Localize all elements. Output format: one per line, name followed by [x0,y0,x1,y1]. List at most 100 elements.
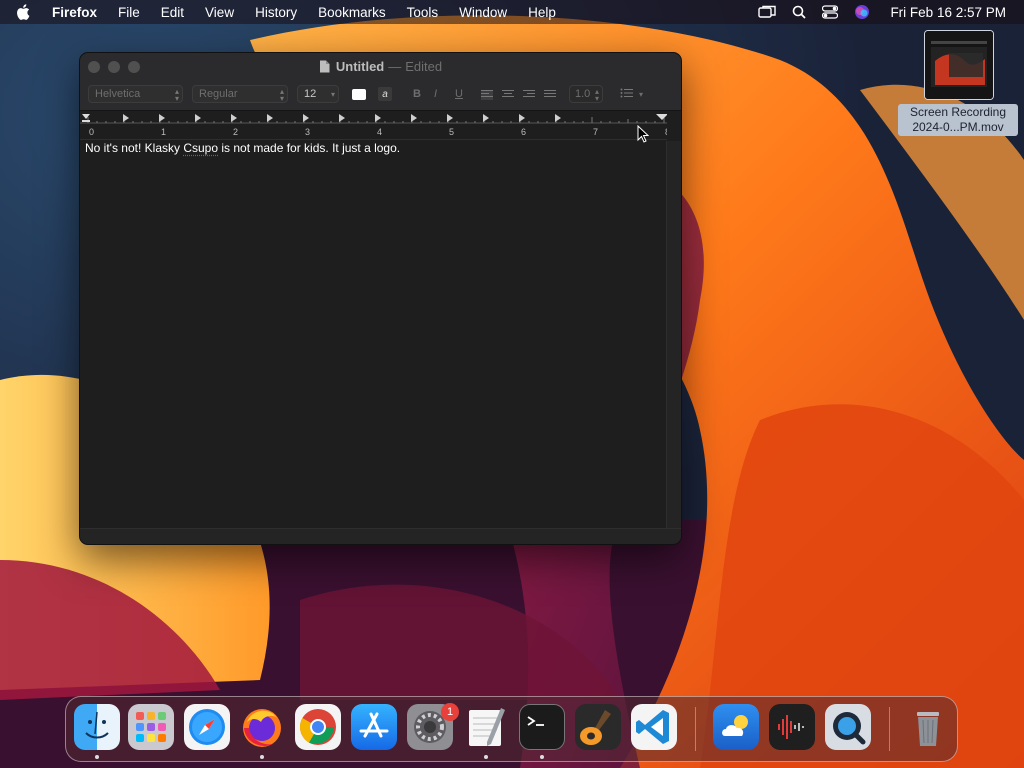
dock-terminal-icon[interactable] [519,704,565,750]
bold-button[interactable]: B [413,85,421,103]
menu-window[interactable]: Window [459,5,507,20]
font-style-select[interactable]: Regular ▴ ▾ [192,85,288,103]
menu-help[interactable]: Help [528,5,556,20]
dock-garageband-icon[interactable] [575,704,621,750]
dock-separator [889,707,890,751]
window-titlebar[interactable]: Untitled — Edited Helvetica ▴ ▾ Regular ▴ ▾ … [80,53,681,111]
dock-running-indicator [95,755,99,759]
underline-button[interactable]: U [455,85,463,103]
menu-tools[interactable]: Tools [407,5,439,20]
menu-file[interactable]: File [118,5,140,20]
dock-separator [695,707,696,751]
desktop-file-screen-recording[interactable]: Screen Recording 2024-0...PM.mov [898,30,1018,136]
updown-arrows-icon: ▴ ▾ [279,87,284,103]
font-family-select[interactable]: Helvetica ▴ ▾ [88,85,183,103]
text-ruler[interactable]: 0 1 2 3 4 5 6 7 8 [80,111,667,140]
document-misspelled-word[interactable]: Csupo [183,141,218,155]
line-spacing-select[interactable]: 1.0 ▴ ▾ [569,85,603,103]
window-title: Untitled — Edited [80,59,681,76]
font-family-value: Helvetica [95,88,141,100]
ruler-left-indent-marker[interactable] [82,114,90,122]
list-style-button[interactable]: ▾ [620,85,648,103]
align-center-icon[interactable] [502,90,514,100]
highlight-label: a [382,88,388,100]
notification-badge: 1 [441,703,459,721]
align-right-icon[interactable] [523,90,535,100]
italic-label: I [434,88,438,100]
ruler-tab-stop[interactable] [267,114,273,122]
ruler-tab-stop[interactable] [483,114,489,122]
dock-weather-icon[interactable] [713,704,759,750]
italic-button[interactable]: I [434,85,437,103]
chevron-down-icon: ▾ [639,89,644,99]
ruler-tab-stop[interactable] [339,114,345,122]
desktop-file-label: Screen Recording 2024-0...PM.mov [898,104,1018,136]
bold-label: B [413,88,421,100]
ruler-number: 6 [521,127,526,137]
desktop-file-label-line2: 2024-0...PM.mov [912,120,1004,134]
document-text-after: is not made for kids. It just a logo. [218,141,401,155]
menu-history[interactable]: History [255,5,297,20]
dock-voice-memos-icon[interactable] [769,704,815,750]
highlight-color-button[interactable]: a [378,87,392,101]
textedit-window: Untitled — Edited Helvetica ▴ ▾ Regular ▴ ▾ … [79,52,682,545]
dock-running-indicator [484,755,488,759]
ruler-number: 5 [449,127,454,137]
ruler-tab-stop[interactable] [123,114,129,122]
ruler-tab-stop[interactable] [519,114,525,122]
updown-arrows-icon: ▴ ▾ [594,87,599,103]
ruler-tab-stop[interactable] [159,114,165,122]
dock-vscode-icon[interactable] [631,704,677,750]
dock-safari-icon[interactable] [184,704,230,750]
align-justify-icon[interactable] [544,90,556,100]
dock-chrome-icon[interactable] [295,704,341,750]
dock-trash-icon[interactable] [905,704,951,750]
ruler-tab-stop[interactable] [555,114,561,122]
menu-app-firefox[interactable]: Firefox [52,5,97,20]
spotlight-search-icon[interactable] [792,5,807,19]
dock-textedit-icon[interactable] [463,704,509,750]
document-text-before: No it's not! Klasky [85,141,184,155]
ruler-tab-stop[interactable] [411,114,417,122]
ruler-number: 3 [305,127,310,137]
horizontal-scrollbar[interactable] [80,528,681,544]
ruler-number: 1 [161,127,166,137]
vertical-scrollbar[interactable] [666,141,681,529]
ruler-number: 2 [233,127,238,137]
ruler-tab-stop[interactable] [375,114,381,122]
mouse-pointer-icon [637,125,649,143]
menu-bar-clock[interactable]: Fri Feb 16 2:57 PM [890,5,1006,20]
ruler-number: 4 [377,127,382,137]
control-center-icon[interactable] [822,5,839,19]
window-title-text: Untitled [335,59,385,74]
menu-view[interactable]: View [205,5,234,20]
video-thumbnail-icon [924,30,994,100]
menu-bar-status-area: Fri Feb 16 2:57 PM [742,0,1006,24]
align-left-icon[interactable] [481,90,493,100]
siri-icon[interactable] [854,4,870,20]
updown-arrows-icon: ▴ ▾ [174,87,179,103]
format-toolbar: Helvetica ▴ ▾ Regular ▴ ▾ 12 ▾ a B I U 1.0… [80,84,681,108]
ruler-tab-stop[interactable] [303,114,309,122]
ruler-tab-stop[interactable] [447,114,453,122]
dock-app-store-icon[interactable] [351,704,397,750]
document-text-body[interactable]: No it's not! Klasky Csupo is not made fo… [85,141,400,155]
document-icon [319,60,330,76]
chevron-down-icon: ▾ [330,90,335,99]
ruler-right-margin-marker[interactable] [656,114,667,120]
dock-firefox-icon[interactable] [239,704,285,750]
screen-mirroring-icon[interactable] [758,5,777,19]
dock-finder-icon[interactable] [74,704,120,750]
font-size-combo[interactable]: 12 ▾ [297,85,339,103]
menu-bar: Firefox File Edit View History Bookmarks… [0,0,1024,24]
ruler-tab-stop[interactable] [231,114,237,122]
dock-running-indicator [260,755,264,759]
dock-quicktime-icon[interactable] [825,704,871,750]
text-color-well[interactable] [352,89,366,100]
dock-launchpad-icon[interactable] [128,704,174,750]
apple-icon[interactable] [16,4,36,20]
ruler-number: 0 [89,127,94,137]
menu-edit[interactable]: Edit [161,5,184,20]
menu-bookmarks[interactable]: Bookmarks [318,5,386,20]
ruler-tab-stop[interactable] [195,114,201,122]
